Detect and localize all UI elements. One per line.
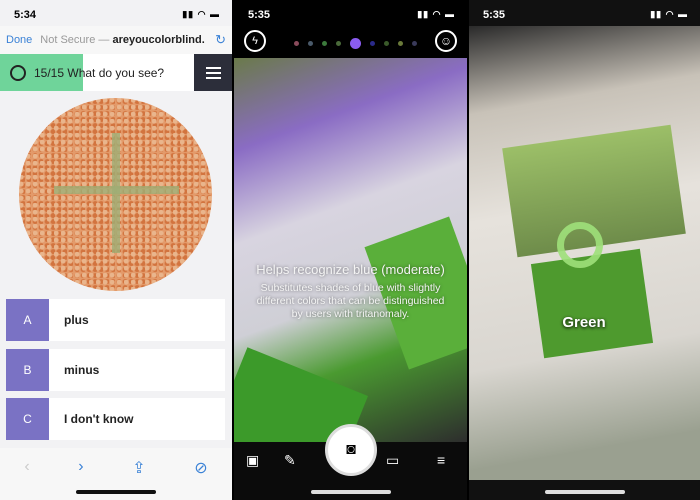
gallery-icon[interactable]: ▣ (246, 452, 259, 469)
shutter-button[interactable]: ◙ (325, 424, 377, 476)
domain: areyoucolorblind. (112, 34, 205, 46)
filter-dot[interactable] (350, 38, 361, 49)
answer-letter: A (6, 299, 49, 341)
answer-label: I don't know (64, 412, 134, 426)
sliders-icon[interactable]: ≡ (437, 452, 445, 468)
flash-off-icon[interactable]: ϟ (244, 30, 266, 52)
status-bar: 5:35 ▮▮ ◠ ▬ (469, 0, 700, 26)
signal-wifi-battery-icons: ▮▮ ◠ ▬ (182, 9, 220, 19)
filter-dot[interactable] (412, 41, 417, 46)
answer-label: plus (64, 313, 89, 327)
filter-dot[interactable] (308, 41, 313, 46)
answer-label: minus (64, 363, 100, 377)
filter-dot[interactable] (322, 41, 327, 46)
answer-option-b[interactable]: Bminus (6, 349, 225, 391)
browser-url-bar: Done Not Secure — areyoucolorblind. ↻ (0, 26, 232, 54)
camera-top-controls: ϟ ☺ (234, 30, 467, 56)
clock: 5:35 (248, 9, 271, 21)
answer-letter: C (6, 398, 49, 440)
detected-color-label: Green (562, 314, 606, 331)
filter-description: Helps recognize blue (moderate) Substitu… (254, 262, 447, 321)
stopwatch-icon (10, 64, 26, 81)
eyedropper-icon[interactable]: ✎ (284, 452, 296, 469)
reload-icon[interactable]: ↻ (215, 32, 226, 48)
filter-dot[interactable] (370, 41, 375, 46)
compass-icon[interactable]: ⊘ (194, 458, 207, 500)
clock: 5:35 (483, 9, 506, 21)
done-button[interactable]: Done (6, 34, 32, 46)
question-text: 15/15 What do you see? (34, 66, 164, 80)
video-icon[interactable]: ▭ (386, 452, 399, 469)
status-bar: 5:35 ▮▮ ◠ ▬ (234, 0, 467, 26)
not-secure-label: Not Secure — (40, 34, 110, 46)
progress-count: 15/15 (34, 65, 65, 80)
color-identifier-screen: 5:35 ▮▮ ◠ ▬ Green (469, 0, 700, 500)
question: What do you see? (67, 65, 165, 80)
ishihara-plate (19, 98, 212, 291)
status-bar: 5:34 ▮▮ ◠ ▬ (0, 0, 232, 26)
camera-viewfinder (234, 58, 467, 489)
url-field[interactable]: Not Secure — areyoucolorblind. (40, 34, 207, 46)
signal-wifi-battery-icons: ▮▮ ◠ ▬ (417, 9, 455, 19)
home-indicator (310, 490, 391, 494)
camera-icon: ◙ (346, 441, 356, 458)
hamburger-menu-icon[interactable] (194, 54, 232, 91)
color-test-screen: 5:34 ▮▮ ◠ ▬ Done Not Secure — areyoucolor… (0, 0, 232, 500)
filter-dot[interactable] (294, 41, 299, 46)
filter-dot[interactable] (398, 41, 403, 46)
filter-desc: Substitutes shades of blue with slightly… (256, 282, 445, 320)
home-indicator (544, 490, 625, 494)
home-indicator (76, 490, 156, 494)
filter-dot[interactable] (384, 41, 389, 46)
camera-filter-screen: 5:35 ▮▮ ◠ ▬ ϟ ☺ Helps recognize blue (mod… (234, 0, 467, 500)
answer-option-c[interactable]: C I don't know (6, 398, 225, 440)
filter-selector[interactable] (294, 38, 417, 49)
answer-option-a[interactable]: Aplus (6, 299, 225, 341)
answer-letter: B (6, 349, 49, 391)
signal-wifi-battery-icons: ▮▮ ◠ ▬ (650, 9, 688, 19)
filter-title: Helps recognize blue (moderate) (256, 262, 445, 277)
filter-dot[interactable] (336, 41, 341, 46)
back-icon[interactable]: ‹ (24, 458, 29, 500)
face-icon[interactable]: ☺ (435, 30, 457, 52)
quiz-header: 15/15 What do you see? (0, 54, 232, 91)
color-picker-reticle[interactable] (557, 222, 603, 268)
clock: 5:34 (14, 9, 37, 21)
